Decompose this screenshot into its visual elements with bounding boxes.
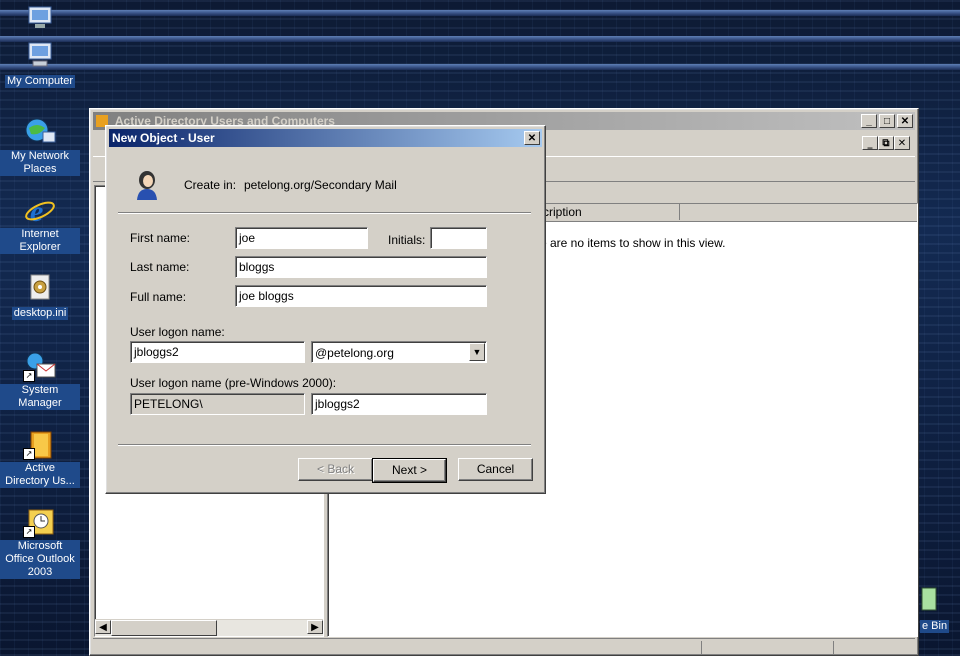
minimize-button[interactable]: _ — [861, 114, 877, 128]
settings-file-icon — [23, 272, 57, 304]
column-header-description[interactable]: scription — [534, 204, 680, 220]
domain-suffix-value: @petelong.org — [315, 346, 394, 360]
first-name-label: First name: — [130, 231, 191, 245]
logon-name-input[interactable]: jbloggs2 — [130, 341, 305, 363]
desktop-icon-top[interactable] — [0, 4, 80, 38]
desktop-icon-my-computer[interactable]: My Computer — [0, 40, 80, 88]
initials-label: Initials: — [388, 233, 426, 247]
create-in-label: Create in: — [184, 178, 237, 192]
user-icon — [134, 170, 160, 200]
last-name-label: Last name: — [130, 260, 190, 274]
scroll-left-button[interactable]: ◀ — [95, 620, 111, 634]
status-bar — [93, 638, 915, 655]
desktop-icon-desktop-ini[interactable]: desktop.ini — [0, 272, 80, 320]
full-name-input[interactable]: joe bloggs — [235, 285, 487, 307]
computer-icon — [23, 40, 57, 72]
desktop-icon-active-directory[interactable]: ↗ Active Directory Us... — [0, 428, 80, 488]
dialog-titlebar: New Object - User ✕ — [109, 129, 542, 147]
internet-explorer-icon: e — [23, 194, 57, 228]
prewin-logon-input[interactable]: jbloggs2 — [311, 393, 487, 415]
cancel-button[interactable]: Cancel — [458, 458, 533, 481]
desktop-icon-network-places[interactable]: My Network Places — [0, 116, 80, 176]
desktop-icon-recycle-bin[interactable]: e Bin — [918, 584, 960, 636]
child-close-button[interactable]: ✕ — [894, 136, 910, 150]
close-button[interactable]: ✕ — [897, 114, 913, 128]
desktop-icon-label: Internet Explorer — [0, 228, 80, 254]
desktop-stripe — [0, 10, 960, 16]
desktop-stripe — [0, 64, 960, 70]
child-minimize-button[interactable]: _ — [862, 136, 878, 150]
new-user-dialog: New Object - User ✕ Create in: petelong.… — [105, 125, 546, 494]
separator — [118, 444, 531, 446]
last-name-input[interactable]: bloggs — [235, 256, 487, 278]
desktop-icon-label: desktop.ini — [11, 307, 69, 320]
desktop-icon-system-manager[interactable]: ↗ System Manager — [0, 350, 80, 410]
chevron-down-icon[interactable]: ▼ — [469, 343, 485, 361]
full-name-label: Full name: — [130, 290, 187, 304]
empty-list-message: re are no items to show in this view. — [536, 236, 726, 250]
next-button[interactable]: Next > — [372, 458, 447, 483]
scroll-right-button[interactable]: ▶ — [307, 620, 323, 634]
scroll-thumb[interactable] — [111, 620, 217, 636]
recycle-bin-icon — [921, 587, 937, 611]
create-in-value: petelong.org/Secondary Mail — [244, 178, 397, 192]
desktop-icon-outlook-2003[interactable]: ↗ Microsoft Office Outlook 2003 — [0, 506, 80, 579]
initials-input[interactable] — [430, 227, 487, 249]
system-manager-icon: ↗ — [23, 350, 57, 382]
dialog-close-button[interactable]: ✕ — [524, 131, 540, 145]
computer-icon — [23, 4, 57, 36]
active-directory-icon: ↗ — [23, 428, 57, 460]
status-panel — [701, 641, 828, 655]
shortcut-arrow-icon: ↗ — [23, 526, 35, 538]
network-icon — [23, 116, 57, 148]
status-panel — [833, 641, 916, 655]
desktop-icon-label: My Network Places — [0, 150, 80, 176]
desktop-icon-label: My Computer — [4, 75, 76, 88]
svg-text:e: e — [30, 195, 43, 226]
desktop-icon-label: Microsoft Office Outlook 2003 — [0, 540, 80, 579]
shortcut-arrow-icon: ↗ — [23, 370, 35, 382]
first-name-input[interactable]: joe — [235, 227, 368, 249]
desktop-stripe — [0, 36, 960, 42]
prewin-logon-label: User logon name (pre-Windows 2000): — [130, 376, 337, 390]
desktop-icon-label: System Manager — [0, 384, 80, 410]
tree-hscrollbar[interactable]: ◀ ▶ — [95, 619, 323, 636]
desktop-icon-internet-explorer[interactable]: e Internet Explorer — [0, 194, 80, 254]
maximize-button[interactable]: □ — [879, 114, 895, 128]
dialog-title: New Object - User — [112, 131, 215, 145]
logon-name-label: User logon name: — [130, 325, 225, 339]
desktop-icon-label: e Bin — [920, 620, 950, 633]
domain-suffix-select[interactable]: @petelong.org ▼ — [311, 341, 487, 363]
outlook-icon: ↗ — [23, 506, 57, 538]
prewin-domain-field: PETELONG\ — [130, 393, 305, 415]
separator — [118, 212, 531, 214]
desktop-icon-label: Active Directory Us... — [0, 462, 80, 488]
child-restore-button[interactable]: ⧉ — [878, 136, 894, 150]
back-button[interactable]: < Back — [298, 458, 373, 481]
shortcut-arrow-icon: ↗ — [23, 448, 35, 460]
